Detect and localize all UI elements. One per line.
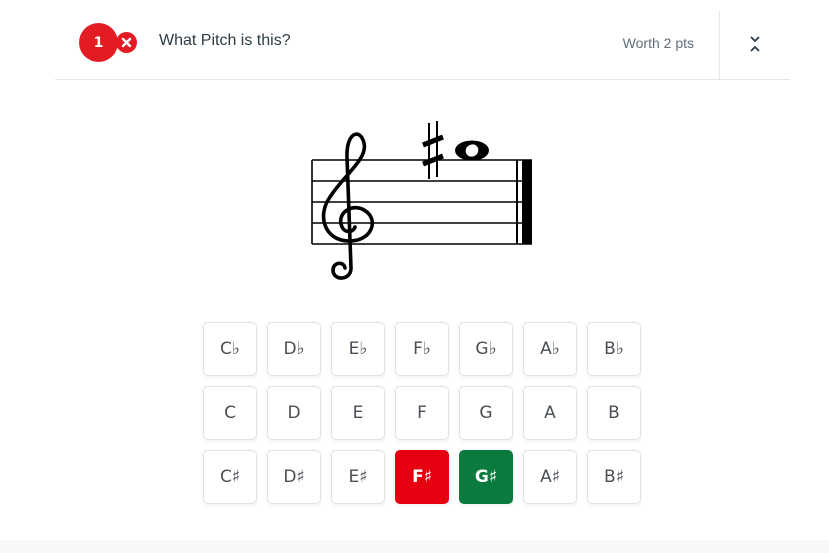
answer-option-button[interactable]: F <box>395 386 449 440</box>
music-staff <box>311 121 532 280</box>
answer-option-button[interactable]: C <box>203 386 257 440</box>
answer-option-button[interactable]: B <box>587 386 641 440</box>
answer-option-button[interactable]: B♯ <box>587 450 641 504</box>
question-title: What Pitch is this? <box>159 32 291 49</box>
answer-option-button[interactable]: E♭ <box>331 322 385 376</box>
question-number-badge: 1 <box>79 23 118 62</box>
answer-option-button[interactable]: F♯ <box>395 450 449 504</box>
question-points: Worth 2 pts <box>622 35 694 51</box>
question-header: 1 What Pitch is this? Worth 2 pts <box>55 10 790 80</box>
answer-option-button[interactable]: A♭ <box>523 322 577 376</box>
question-card: 1 What Pitch is this? Worth 2 pts C♭ D♭ … <box>0 0 829 540</box>
answer-option-button[interactable]: E♯ <box>331 450 385 504</box>
answer-option-button[interactable]: A <box>523 386 577 440</box>
answer-option-button[interactable]: D♯ <box>267 450 321 504</box>
answer-option-button[interactable]: C♯ <box>203 450 257 504</box>
whole-note <box>455 140 489 161</box>
answer-option-button[interactable]: G <box>459 386 513 440</box>
answer-option-button[interactable]: G♭ <box>459 322 513 376</box>
header-divider <box>719 10 720 79</box>
answer-option-button[interactable]: D♭ <box>267 322 321 376</box>
answer-option-button[interactable]: F♭ <box>395 322 449 376</box>
answer-option-button[interactable]: C♭ <box>203 322 257 376</box>
sharp-accidental-icon <box>422 121 444 179</box>
answer-option-button[interactable]: B♭ <box>587 322 641 376</box>
treble-clef-icon <box>321 132 375 280</box>
answer-option-button[interactable]: A♯ <box>523 450 577 504</box>
close-circle-icon <box>116 32 137 53</box>
answer-option-button[interactable]: G♯ <box>459 450 513 504</box>
answer-option-button[interactable]: D <box>267 386 321 440</box>
answer-option-button[interactable]: E <box>331 386 385 440</box>
chevron-collapse-icon <box>750 36 760 52</box>
collapse-button[interactable] <box>745 32 765 56</box>
